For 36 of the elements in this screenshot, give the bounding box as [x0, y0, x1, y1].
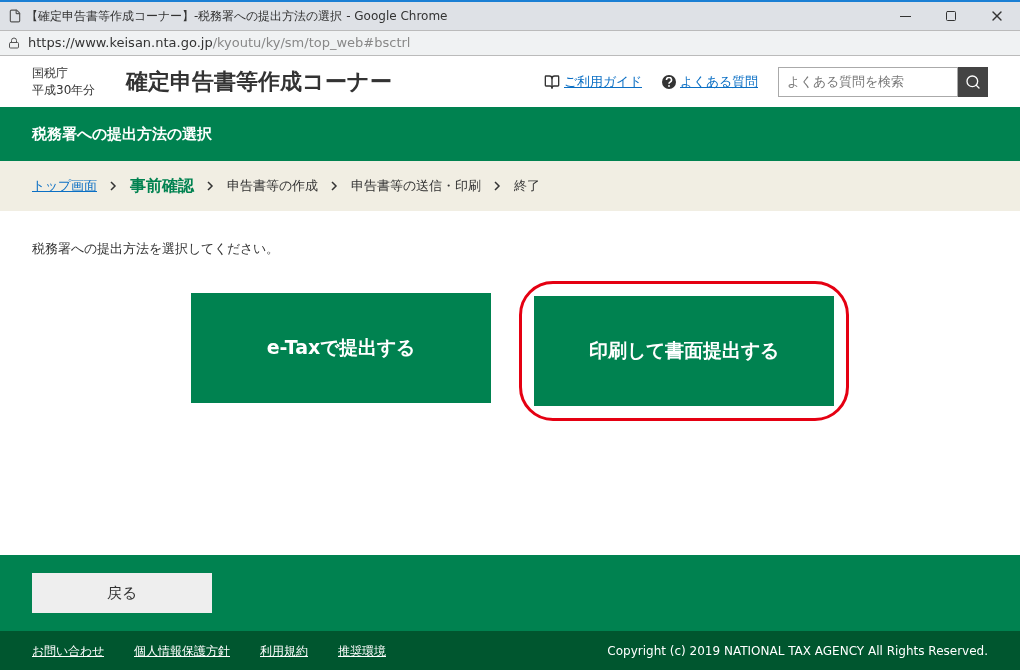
chevron-icon: [331, 181, 338, 191]
breadcrumb-step: 終了: [514, 176, 540, 196]
header-link[interactable]: よくある質問: [680, 71, 758, 92]
url-text: https://www.keisan.nta.go.jp/kyoutu/ky/sm/top_web#bsctrl: [28, 34, 411, 53]
header-link[interactable]: ご利用ガイド: [564, 71, 642, 92]
chevron-icon: [207, 181, 214, 191]
option-button[interactable]: 印刷して書面提出する: [534, 295, 834, 406]
chevron-icon: [110, 181, 117, 191]
minimize-icon: [899, 15, 911, 17]
search-button[interactable]: [958, 66, 988, 97]
agency-name: 国税庁: [32, 64, 69, 82]
search-field[interactable]: よくある質問を検索: [778, 66, 958, 97]
book-icon: [544, 73, 560, 90]
back-button[interactable]: 戻る: [32, 573, 212, 613]
question-icon: [662, 74, 676, 89]
search-icon: [965, 73, 981, 90]
page-title: 税務署への提出方法の選択: [32, 123, 212, 145]
footer-link[interactable]: 推奨環境: [338, 641, 386, 660]
breadcrumb-step: 申告書等の作成: [227, 176, 318, 196]
copyright-text: Copyright (c) 2019 NATIONAL TAX AGENCY All Rights Reserved.: [607, 642, 988, 660]
footer-link[interactable]: お問い合わせ: [32, 641, 104, 660]
page-icon: [8, 9, 22, 23]
window-title: 【確定申告書等作成コーナー】-税務署への提出方法の選択 - Google Chrome: [26, 8, 448, 25]
site-title: 確定申告書等作成コーナー: [126, 68, 392, 96]
chevron-icon: [494, 181, 501, 191]
address-bar[interactable]: https://www.keisan.nta.go.jp/kyoutu/ky/sm/top_web#bsctrl: [0, 30, 1020, 56]
option-button[interactable]: e-Taxで提出する: [191, 292, 491, 403]
footer-link[interactable]: 利用規約: [260, 641, 308, 660]
instruction-text: 税務署への提出方法を選択してください。: [32, 240, 280, 258]
breadcrumb-step: 申告書等の送信・印刷: [351, 176, 481, 196]
maximize-icon: [945, 10, 957, 22]
footer-link[interactable]: 個人情報保護方針: [134, 641, 230, 660]
breadcrumb-current: 事前確認: [130, 175, 194, 197]
lock-icon: [8, 37, 20, 49]
breadcrumb-link[interactable]: トップ画面: [32, 176, 97, 196]
tax-year: 平成30年分: [32, 81, 97, 99]
